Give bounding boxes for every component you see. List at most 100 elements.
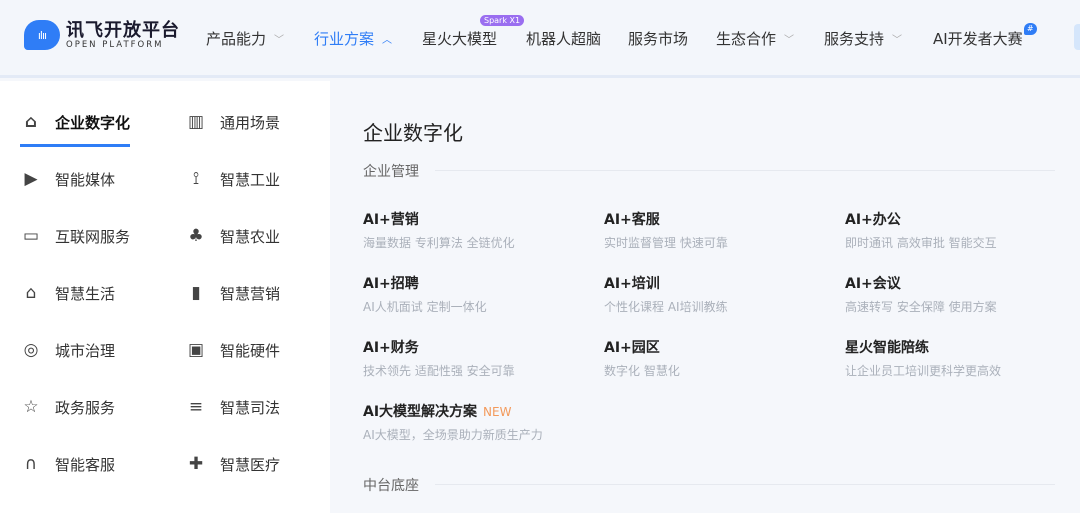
sidebar-item-label: 通用场景 xyxy=(220,113,281,132)
card-title: AI+园区 xyxy=(604,340,660,356)
nav-label: 服务支持 xyxy=(824,30,885,48)
card-title: AI+培训 xyxy=(604,276,660,292)
scene-icon: ▥ xyxy=(187,112,205,132)
card-subtitle: 高速转写 安全保障 使用方案 xyxy=(845,300,997,314)
nav-industry-solutions[interactable]: 行业方案 ︿ xyxy=(314,28,392,49)
nav-robot[interactable]: 机器人超脑 xyxy=(526,28,601,49)
card-subtitle: 让企业员工培训更科学更高效 xyxy=(845,364,1002,378)
solution-card[interactable]: AI+客服实时监督管理 快速可靠 xyxy=(604,209,728,251)
nav-label: 服务市场 xyxy=(628,30,689,48)
chevron-down-icon: ﹀ xyxy=(784,35,795,46)
nav-market[interactable]: 服务市场 xyxy=(628,28,688,49)
headset-icon: ∩ xyxy=(24,454,38,474)
sidebar-item[interactable]: ≡ 智慧司法 xyxy=(185,395,280,419)
solution-card[interactable]: 星火智能陪练让企业员工培训更科学更高效 xyxy=(845,337,1001,379)
sidebar-item-label: 智能客服 xyxy=(55,455,116,474)
card-subtitle: 数字化 智慧化 xyxy=(604,364,680,378)
logo-subtitle: OPEN PLATFORM xyxy=(66,39,164,50)
sidebar-item[interactable]: ∩ 智能客服 xyxy=(20,452,115,476)
nav-label: 产品能力 xyxy=(206,30,267,48)
section-heading: 企业管理 xyxy=(363,164,419,180)
robot-arm-icon: ⟟ xyxy=(192,169,200,189)
card-title: AI+营销 xyxy=(363,212,419,228)
solution-card[interactable]: AI+会议高速转写 安全保障 使用方案 xyxy=(845,273,997,315)
nav-ecosystem[interactable]: 生态合作 ﹀ xyxy=(716,28,794,49)
tree-icon: ♣ xyxy=(188,226,204,246)
sidebar-item-label: 互联网服务 xyxy=(55,227,131,246)
card-title: AI+办公 xyxy=(845,212,901,228)
top-header: ılıı 讯飞开放平台 OPEN PLATFORM 产品能力 ﹀ 行业方案 ︿ 星火… xyxy=(0,0,1080,78)
nav-label: 机器人超脑 xyxy=(526,30,602,48)
panel-title: 企业数字化 xyxy=(363,121,463,145)
solution-card[interactable]: AI+营销海量数据 专利算法 全链优化 xyxy=(363,209,515,251)
nav-spark[interactable]: 星火大模型 Spark X1 xyxy=(422,15,525,49)
sidebar-item[interactable]: ▶ 智能媒体 xyxy=(20,167,115,191)
sidebar-item-label: 企业数字化 xyxy=(55,113,131,132)
section-heading: 中台底座 xyxy=(363,478,419,494)
sidebar-item-label: 智能硬件 xyxy=(220,341,281,360)
sidebar-item-label: 智慧生活 xyxy=(55,284,116,303)
sidebar-item-label: 智慧工业 xyxy=(220,170,281,189)
card-title: 星火智能陪练 xyxy=(845,340,929,356)
divider xyxy=(435,170,1055,171)
card-subtitle: 实时监督管理 快速可靠 xyxy=(604,236,728,250)
sidebar-item[interactable]: ▣ 智能硬件 xyxy=(185,338,280,362)
solution-card[interactable]: AI+培训个性化课程 AI培训教练 xyxy=(604,273,728,315)
sidebar-item-label: 政务服务 xyxy=(55,398,116,417)
chart-icon: ▮ xyxy=(191,283,201,303)
monitor-icon: ▭ xyxy=(22,226,40,246)
sidebar-item-label: 智能媒体 xyxy=(55,170,116,189)
card-subtitle: AI大模型，全场景助力新质生产力 xyxy=(363,428,543,442)
solution-card[interactable]: AI+财务技术领先 适配性强 安全可靠 xyxy=(363,337,515,379)
sidebar-item[interactable]: ⌂ 智慧生活 xyxy=(20,281,115,305)
sidebar-item[interactable]: ✚ 智慧医疗 xyxy=(185,452,280,476)
nav-label: 行业方案 xyxy=(314,30,375,48)
chevron-down-icon: ﹀ xyxy=(892,35,903,46)
solution-card[interactable]: AI+招聘 AI人机面试 定制一体化 xyxy=(363,273,487,315)
building-icon: ⌂ xyxy=(24,112,38,132)
sidebar-item-label: 智慧农业 xyxy=(220,227,281,246)
logo[interactable]: ılıı 讯飞开放平台 OPEN PLATFORM xyxy=(24,20,180,50)
card-subtitle: 个性化课程 AI培训教练 xyxy=(604,300,728,314)
card-subtitle: 技术领先 适配性强 安全可靠 xyxy=(363,364,515,378)
sidebar-item[interactable]: ⟟ 智慧工业 xyxy=(185,167,280,191)
divider xyxy=(435,484,1055,485)
card-title: AI+会议 xyxy=(845,276,901,292)
home-icon: ⌂ xyxy=(25,283,37,303)
nav-contest[interactable]: AI开发者大赛 # xyxy=(933,23,1037,49)
nav-support[interactable]: 服务支持 ﹀ xyxy=(824,28,902,49)
sidebar-item-label: 城市治理 xyxy=(55,341,116,360)
solution-card[interactable]: AI+园区数字化 智慧化 xyxy=(604,337,680,379)
sidebar-item-label: 智慧司法 xyxy=(220,398,281,417)
card-subtitle: AI人机面试 定制一体化 xyxy=(363,300,487,314)
card-subtitle: 海量数据 专利算法 全链优化 xyxy=(363,236,515,250)
card-subtitle: 即时通讯 高效审批 智能交互 xyxy=(845,236,997,250)
new-tag: NEW xyxy=(483,405,512,419)
sidebar-item[interactable]: ☆ 政务服务 xyxy=(20,395,115,419)
solution-card[interactable]: AI大模型解决方案 NEW AI大模型，全场景助力新质生产力 xyxy=(363,401,543,443)
sidebar-item[interactable]: ⌂ 企业数字化 xyxy=(20,110,130,134)
active-underline xyxy=(20,144,130,147)
nav-products[interactable]: 产品能力 ﹀ xyxy=(206,28,284,49)
city-icon: ◎ xyxy=(23,340,39,360)
solution-panel: 企业数字化 企业管理 中台底座 AI+营销海量数据 专利算法 全链优化 AI+客服… xyxy=(330,81,1080,513)
sidebar-item[interactable]: ♣ 智慧农业 xyxy=(185,224,280,248)
nav-label: AI开发者大赛 xyxy=(933,30,1023,48)
sidebar-item-label: 智慧营销 xyxy=(220,284,281,303)
card-title: AI+客服 xyxy=(604,212,660,228)
card-title: AI+招聘 xyxy=(363,276,419,292)
card-title: AI+财务 xyxy=(363,340,419,356)
sidebar-item[interactable]: ▮ 智慧营销 xyxy=(185,281,280,305)
sidebar-item[interactable]: ▥ 通用场景 xyxy=(185,110,280,134)
sidebar-item[interactable]: ◎ 城市治理 xyxy=(20,338,115,362)
document-icon: ≡ xyxy=(188,397,204,417)
chip-icon: ▣ xyxy=(187,340,205,360)
card-title: AI大模型解决方案 xyxy=(363,404,478,420)
logo-title: 讯飞开放平台 xyxy=(66,19,180,41)
header-action-button[interactable] xyxy=(1074,24,1080,50)
spark-badge: Spark X1 xyxy=(480,15,525,26)
chevron-down-icon: ﹀ xyxy=(274,35,285,46)
sidebar-item[interactable]: ▭ 互联网服务 xyxy=(20,224,130,248)
logo-cloud-icon: ılıı xyxy=(24,20,60,50)
solution-card[interactable]: AI+办公即时通讯 高效审批 智能交互 xyxy=(845,209,997,251)
